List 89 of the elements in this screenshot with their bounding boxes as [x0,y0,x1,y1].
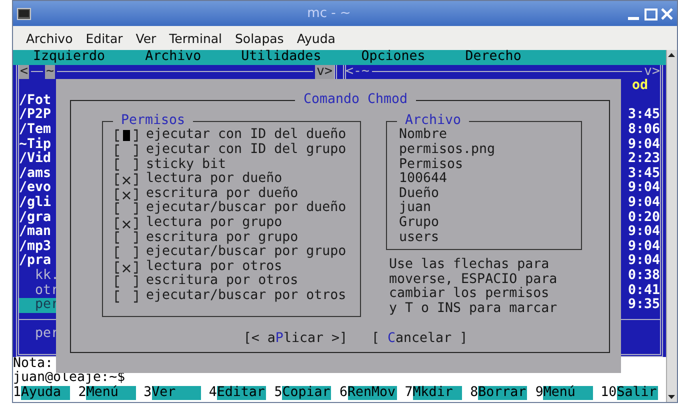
checkbox-label: ejecutar con ID del dueño [146,128,346,142]
modified-time: 8:06 [628,122,660,138]
menu-item[interactable]: Archivo [26,30,73,46]
menu-item[interactable]: Archivo [145,50,202,65]
checkbox[interactable] [115,260,138,274]
checkbox-label: ejecutar/buscar por otros [146,288,346,304]
column-header: od [632,79,649,94]
checkbox-label: lectura por dueño [146,172,282,186]
checkbox-label: lectura por grupo [146,216,282,230]
checkbox-label: escritura por otros [146,274,298,288]
modified-time: 0:41 [628,284,660,298]
panel-nav-button[interactable]: <-~ [346,64,370,80]
menu-item[interactable]: Solapas [235,30,284,46]
modified-time: 9:04 [628,254,660,269]
checkbox[interactable] [115,216,138,230]
scrollbar[interactable] [666,50,677,402]
file-entry[interactable]: /mp3 [19,240,52,254]
file-entry[interactable]: /P2P [19,108,52,123]
shell-prompt: juan@oleaje:~$ [13,371,126,386]
terminal-icon [17,8,31,20]
menu-item[interactable]: Derecho [465,50,522,65]
file-entry[interactable]: /pra [19,254,52,269]
file-entry[interactable]: /gli [19,196,52,211]
menu-item[interactable]: Izquierdo [33,50,106,65]
info-text: Grupo [399,216,440,231]
modified-time: 9:04 [628,138,660,152]
modified-time: 9:04 [628,196,660,211]
panel-nav-button[interactable]: ~ [45,64,56,80]
file-entry[interactable]: ~Tip [19,138,52,152]
close-icon[interactable] [661,6,673,20]
file-entry[interactable]: /Tem [19,122,52,138]
checkbox[interactable] [115,290,138,303]
checkbox-label: ejecutar con ID del grupo [146,142,346,158]
apply-button[interactable]: [< aPlicar >] [243,332,348,346]
info-text: 100644 [399,172,448,186]
dialog-title: Comando Chmod [302,93,409,108]
modified-time: 0:38 [628,268,660,284]
checkbox[interactable] [115,231,138,244]
checkbox-label: lectura por otros [146,260,282,274]
checkbox[interactable] [115,188,138,201]
checkbox[interactable] [115,275,138,288]
modified-time: 9:04 [628,225,660,240]
checkbox-label: ejecutar/buscar por grupo [146,245,346,260]
menu-item[interactable]: Opciones [361,50,426,65]
file-entry[interactable]: /Vid [19,152,52,167]
checkbox-label: sticky bit [146,158,226,172]
modified-time: 0:20 [628,210,660,225]
menu-item[interactable]: Ayuda [296,30,336,46]
checkbox[interactable] [115,158,138,172]
info-text: Dueño [399,186,440,201]
checkbox-label: escritura por grupo [146,230,298,245]
modified-time: 9:04 [628,181,660,196]
checkbox[interactable] [115,144,138,157]
modified-time: 9:04 [628,240,660,254]
file-entry[interactable]: /gra [19,210,52,226]
file-entry[interactable]: /Fot [19,94,52,108]
checkbox[interactable] [115,172,138,186]
file-entry[interactable]: kk. [19,268,60,284]
help-text: Use las flechas para moverse, ESPACIO para cambiar los permisos y T o INS para marcar [389,258,558,316]
modified-time: 2:23 [628,152,660,167]
info-text: permisos.png [399,142,496,158]
checkbox-label: escritura por dueño [146,186,298,201]
modified-time: 3:45 [628,166,660,181]
checkbox[interactable] [115,129,138,142]
menu-item[interactable]: Editar [86,30,123,46]
info-text: Nombre [399,128,448,142]
file-entry[interactable]: /ams [19,166,52,182]
menu-item[interactable]: Ver [136,30,156,46]
modified-time: 3:45 [628,108,660,123]
panel-toggle-button[interactable]: v> [315,64,334,80]
info-text: Permisos [399,158,464,172]
group-title: Archivo [405,114,462,128]
checkbox[interactable] [115,202,138,216]
maximize-icon[interactable] [644,6,658,20]
window-title: mc - ~ [306,6,352,21]
menu-item[interactable]: Utilidades [241,50,322,65]
checkbox-label: ejecutar/buscar por dueño [146,201,346,216]
panel-toggle-button[interactable]: v> [644,64,660,80]
file-entry[interactable]: /man [19,225,52,240]
info-text: juan [399,201,432,216]
menu-item[interactable]: Terminal [169,30,222,46]
modified-time: 9:35 [628,298,660,313]
checkbox[interactable] [115,246,138,259]
file-entry[interactable]: /evo [19,181,52,196]
info-text: users [399,230,440,246]
note-text: Nota: [13,356,54,371]
cancel-button[interactable]: [ Cancelar ] [372,332,468,346]
panel-nav-button[interactable]: < [19,64,30,80]
group-title: Permisos [120,114,186,128]
